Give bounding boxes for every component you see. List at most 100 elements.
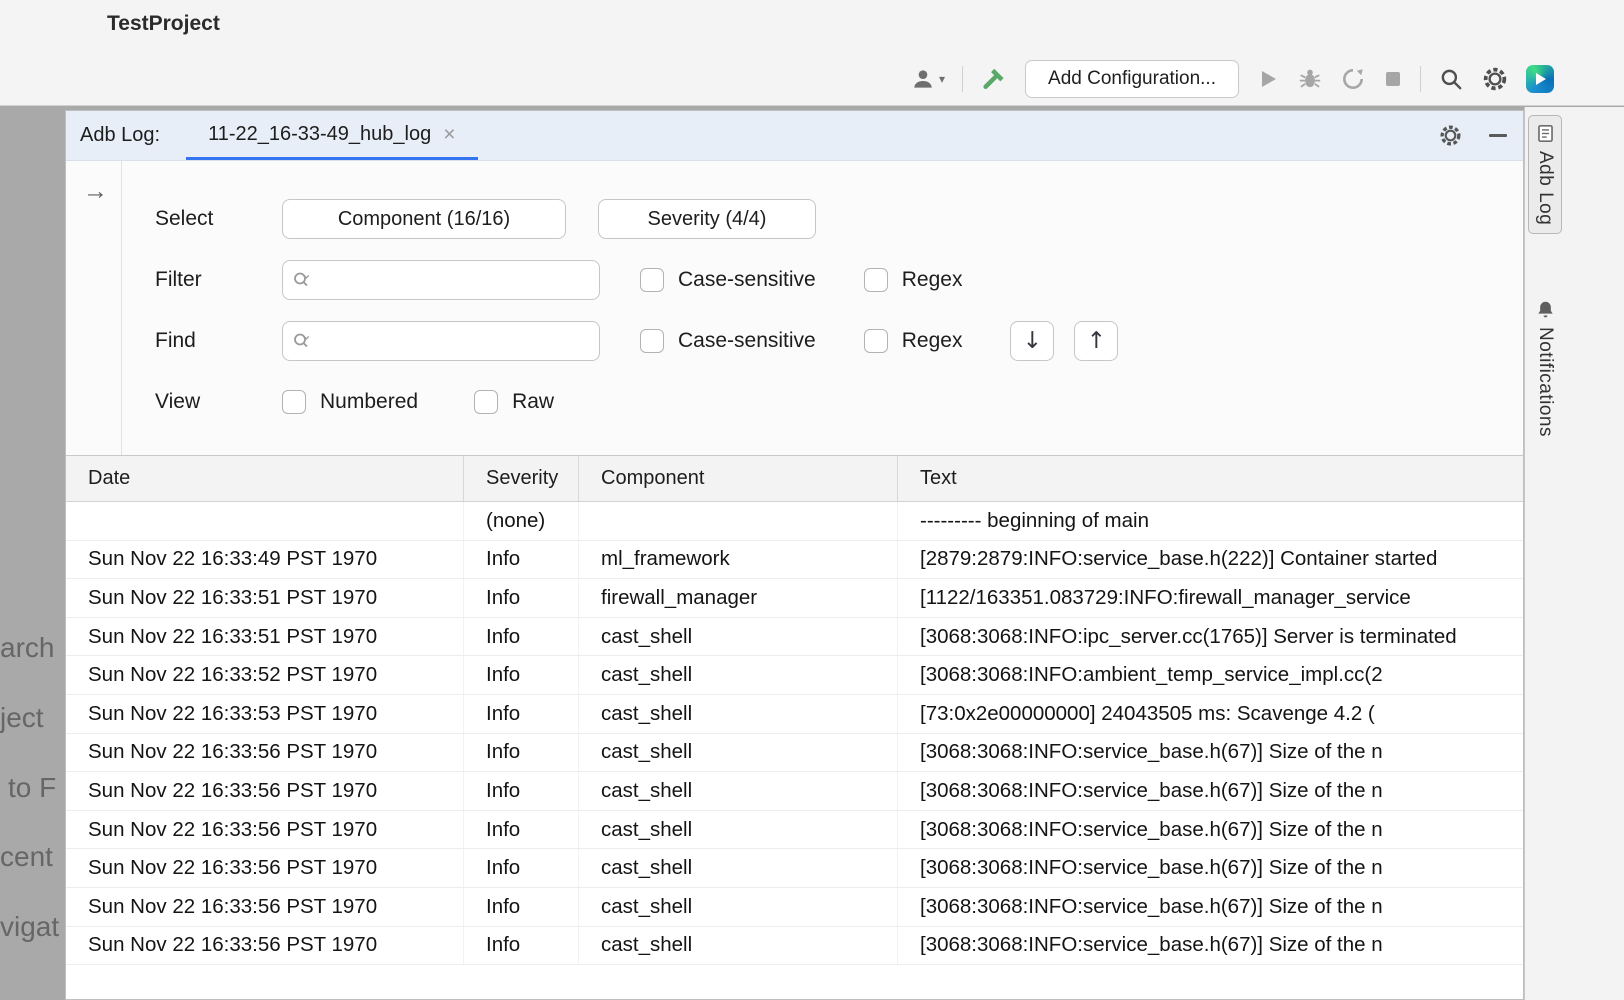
log-cell-component: cast_shell	[579, 927, 898, 965]
log-cell-text: [1122/163351.083729:INFO:firewall_manage…	[898, 579, 1523, 617]
log-table-row[interactable]: Sun Nov 22 16:33:49 PST 1970 Info ml_fra…	[66, 541, 1523, 580]
filter-input[interactable]	[318, 261, 599, 299]
log-cell-date	[66, 502, 464, 540]
minimize-icon[interactable]	[1489, 134, 1507, 137]
android-studio-logo-icon	[1526, 65, 1554, 93]
log-cell-date: Sun Nov 22 16:33:56 PST 1970	[66, 734, 464, 772]
background-text-fragment: ject	[0, 702, 65, 734]
adb-log-label: Adb Log:	[80, 124, 160, 147]
find-search-box[interactable]	[282, 321, 600, 361]
numbered-checkbox[interactable]	[282, 390, 306, 414]
log-document-icon	[1536, 124, 1555, 143]
add-configuration-button[interactable]: Add Configuration...	[1025, 60, 1239, 98]
tab-close-icon[interactable]: ×	[443, 124, 455, 145]
log-cell-component: cast_shell	[579, 656, 898, 694]
find-regex-checkbox[interactable]	[864, 329, 888, 353]
search-icon[interactable]	[292, 270, 318, 290]
severity-filter-button[interactable]: Severity (4/4)	[598, 199, 816, 239]
settings-gear-icon[interactable]	[1481, 65, 1509, 93]
log-cell-component: cast_shell	[579, 695, 898, 733]
log-table-body: (none) --------- beginning of main Sun N…	[66, 502, 1523, 965]
column-header-text[interactable]: Text	[898, 456, 1523, 501]
log-cell-date: Sun Nov 22 16:33:53 PST 1970	[66, 695, 464, 733]
log-cell-severity: Info	[464, 541, 579, 579]
log-cell-component: cast_shell	[579, 618, 898, 656]
filter-row: Filter Case-sensitive Regex	[122, 260, 1523, 300]
build-hammer-icon[interactable]	[980, 65, 1008, 93]
background-text-fragment: vigat	[0, 911, 65, 943]
log-cell-text: [3068:3068:INFO:service_base.h(67)] Size…	[898, 811, 1523, 849]
component-filter-button[interactable]: Component (16/16)	[282, 199, 566, 239]
adb-log-header: Adb Log: 11-22_16-33-49_hub_log ×	[66, 111, 1523, 161]
log-table-row[interactable]: (none) --------- beginning of main	[66, 502, 1523, 541]
background-text-fragment: to F	[0, 772, 65, 804]
user-profile-icon[interactable]: ▾	[910, 66, 945, 92]
log-table-row[interactable]: Sun Nov 22 16:33:56 PST 1970 Info cast_s…	[66, 772, 1523, 811]
find-next-button[interactable]: ↓	[1010, 321, 1054, 361]
log-table-header: Date Severity Component Text	[66, 456, 1523, 502]
adb-log-window: Adb Log: 11-22_16-33-49_hub_log × → Sele…	[65, 110, 1524, 1000]
tool-tab-notifications[interactable]: Notifications	[1528, 292, 1562, 445]
filter-regex-label: Regex	[902, 268, 963, 292]
log-table-row[interactable]: Sun Nov 22 16:33:51 PST 1970 Info cast_s…	[66, 618, 1523, 657]
view-label: View	[122, 390, 282, 414]
log-cell-text: [3068:3068:INFO:ambient_temp_service_imp…	[898, 656, 1523, 694]
chevron-down-icon: ▾	[939, 72, 945, 86]
log-cell-component: firewall_manager	[579, 579, 898, 617]
select-row: Select Component (16/16) Severity (4/4)	[122, 199, 1523, 239]
log-file-tab[interactable]: 11-22_16-33-49_hub_log ×	[186, 111, 477, 160]
search-everywhere-icon[interactable]	[1438, 66, 1464, 92]
log-cell-date: Sun Nov 22 16:33:56 PST 1970	[66, 888, 464, 926]
raw-checkbox[interactable]	[474, 390, 498, 414]
log-cell-text: [73:0x2e00000000] 24043505 ms: Scavenge …	[898, 695, 1523, 733]
log-cell-severity: Info	[464, 811, 579, 849]
log-cell-component: cast_shell	[579, 888, 898, 926]
log-table-row[interactable]: Sun Nov 22 16:33:53 PST 1970 Info cast_s…	[66, 695, 1523, 734]
log-cell-date: Sun Nov 22 16:33:56 PST 1970	[66, 811, 464, 849]
find-case-sensitive-label: Case-sensitive	[678, 329, 816, 353]
stop-icon[interactable]	[1383, 69, 1403, 89]
filter-search-box[interactable]	[282, 260, 600, 300]
log-table-row[interactable]: Sun Nov 22 16:33:56 PST 1970 Info cast_s…	[66, 811, 1523, 850]
raw-group: Raw	[474, 390, 554, 414]
view-row: View Numbered Raw	[122, 382, 1523, 422]
log-cell-severity: Info	[464, 656, 579, 694]
column-header-component[interactable]: Component	[579, 456, 898, 501]
profiler-icon[interactable]	[1340, 66, 1366, 92]
filter-case-sensitive-checkbox[interactable]	[640, 268, 664, 292]
column-header-severity[interactable]: Severity	[464, 456, 579, 501]
bell-icon	[1536, 300, 1555, 319]
log-table-row[interactable]: Sun Nov 22 16:33:56 PST 1970 Info cast_s…	[66, 888, 1523, 927]
log-table-row[interactable]: Sun Nov 22 16:33:56 PST 1970 Info cast_s…	[66, 927, 1523, 966]
find-regex-label: Regex	[902, 329, 963, 353]
log-cell-severity: (none)	[464, 502, 579, 540]
log-cell-component: cast_shell	[579, 849, 898, 887]
search-icon[interactable]	[292, 331, 318, 351]
log-table-row[interactable]: Sun Nov 22 16:33:52 PST 1970 Info cast_s…	[66, 656, 1523, 695]
filter-case-sensitive-label: Case-sensitive	[678, 268, 816, 292]
select-label: Select	[122, 207, 282, 231]
find-case-sensitive-group: Case-sensitive	[640, 329, 816, 353]
tool-tab-adb-log[interactable]: Adb Log	[1528, 115, 1562, 234]
hide-panel-arrow-icon[interactable]: →	[83, 179, 108, 204]
filter-regex-checkbox[interactable]	[864, 268, 888, 292]
find-previous-button[interactable]: ↑	[1074, 321, 1118, 361]
tool-tab-notifications-label: Notifications	[1534, 327, 1556, 437]
run-icon[interactable]	[1256, 67, 1280, 91]
log-table-row[interactable]: Sun Nov 22 16:33:56 PST 1970 Info cast_s…	[66, 849, 1523, 888]
log-file-tab-title: 11-22_16-33-49_hub_log	[208, 123, 431, 146]
background-text-fragment: arch	[0, 632, 65, 664]
log-cell-component: cast_shell	[579, 734, 898, 772]
debug-bug-icon[interactable]	[1297, 66, 1323, 92]
column-header-date[interactable]: Date	[66, 456, 464, 501]
log-table-row[interactable]: Sun Nov 22 16:33:51 PST 1970 Info firewa…	[66, 579, 1523, 618]
log-cell-text: [2879:2879:INFO:service_base.h(222)] Con…	[898, 541, 1523, 579]
find-case-sensitive-checkbox[interactable]	[640, 329, 664, 353]
panel-settings-gear-icon[interactable]	[1438, 123, 1463, 148]
log-cell-component: cast_shell	[579, 772, 898, 810]
find-input[interactable]	[318, 322, 599, 360]
filter-gutter: →	[66, 161, 122, 455]
log-table-row[interactable]: Sun Nov 22 16:33:56 PST 1970 Info cast_s…	[66, 734, 1523, 773]
log-cell-date: Sun Nov 22 16:33:49 PST 1970	[66, 541, 464, 579]
log-cell-component: ml_framework	[579, 541, 898, 579]
